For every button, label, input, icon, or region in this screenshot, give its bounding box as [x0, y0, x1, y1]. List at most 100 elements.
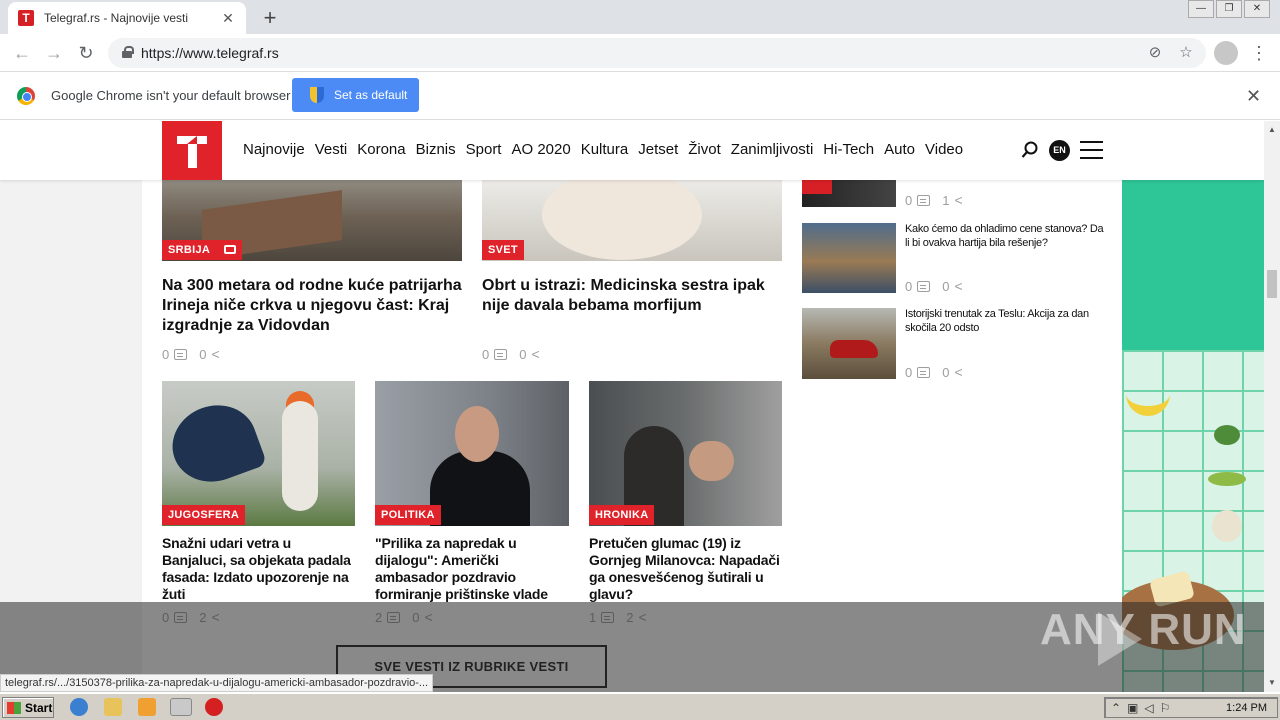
article-image[interactable] [482, 180, 782, 261]
chrome-menu-icon[interactable]: ⋮ [1250, 41, 1268, 65]
article-meta: 0 0 < [162, 346, 220, 362]
article-title[interactable]: Pretučen glumac (19) iz Gornjeg Milanovc… [589, 535, 782, 603]
hamburger-menu-icon[interactable] [1080, 141, 1103, 159]
comment-icon[interactable] [917, 280, 931, 292]
telegraf-logo[interactable] [162, 121, 222, 180]
article-title[interactable]: Snažni udari vetra u Banjaluci, sa objek… [162, 535, 352, 603]
media-player-icon[interactable] [138, 698, 156, 716]
back-arrow-icon[interactable]: ← [10, 41, 34, 65]
nav-zivot[interactable]: Život [688, 141, 721, 158]
close-window-button[interactable]: ✕ [1244, 0, 1270, 18]
infobar-message: Google Chrome isn't your default browser [51, 88, 291, 103]
windows-taskbar: Start ⌃▣◁⚐ 1:24 PM [0, 693, 1280, 720]
category-badge[interactable]: SVET [482, 240, 524, 260]
reload-icon[interactable]: ↻ [74, 41, 98, 65]
share-count: 0 [519, 346, 527, 362]
category-badge[interactable]: JUGOSFERA [162, 505, 246, 525]
share-count: 1 [942, 192, 950, 208]
scroll-thumb[interactable] [1267, 270, 1277, 298]
restore-button[interactable]: ❐ [1216, 0, 1242, 18]
close-tab-icon[interactable]: ✕ [220, 10, 236, 27]
nav-vesti[interactable]: Vesti [315, 141, 348, 158]
comment-icon[interactable] [917, 366, 931, 378]
shield-icon [310, 87, 324, 103]
tab-strip: T Telegraf.rs - Najnovije vesti ✕ + — ❐ … [0, 0, 1280, 34]
bookmark-star-icon[interactable]: ☆ [1175, 42, 1197, 64]
close-infobar-icon[interactable]: ✕ [1246, 86, 1261, 107]
language-switch[interactable]: EN [1049, 140, 1070, 161]
nav-video[interactable]: Video [925, 141, 963, 158]
search-icon[interactable] [1021, 141, 1039, 159]
article-title[interactable]: "Prilika za napredak u dijalogu": Američ… [375, 535, 567, 603]
internet-explorer-icon[interactable] [70, 698, 88, 716]
browser-toolbar: ← → ↻ https://www.telegraf.rs ⊘ ☆ ⋮ [0, 34, 1280, 72]
comment-count: 0 [162, 346, 170, 362]
category-badge[interactable]: POLITIKA [375, 505, 441, 525]
blocked-popup-icon[interactable]: ⊘ [1144, 42, 1166, 64]
nav-najnovije[interactable]: Najnovije [243, 141, 305, 158]
vegetable-icon [1214, 425, 1240, 445]
sidebar-title[interactable]: Istorijski trenutak za Teslu: Akcija za … [905, 307, 1105, 335]
start-label: Start [25, 700, 53, 715]
sidebar-thumbnail[interactable] [802, 223, 896, 293]
new-tab-button[interactable]: + [258, 5, 282, 31]
default-browser-infobar: Google Chrome isn't your default browser… [0, 72, 1280, 120]
tray-icons[interactable]: ⌃▣◁⚐ [1111, 701, 1176, 715]
browser-tab[interactable]: T Telegraf.rs - Najnovije vesti ✕ [8, 2, 246, 34]
sidebar-thumbnail[interactable] [802, 308, 896, 379]
camera-icon [224, 245, 237, 254]
share-icon[interactable]: < [954, 192, 962, 208]
nav-biznis[interactable]: Biznis [416, 141, 456, 158]
comment-icon[interactable] [494, 348, 508, 360]
forward-arrow-icon[interactable]: → [42, 41, 66, 65]
set-as-default-label: Set as default [334, 88, 408, 102]
category-label: SRBIJA [168, 244, 211, 256]
nav-zanimljivosti[interactable]: Zanimljivosti [731, 141, 814, 158]
comment-icon[interactable] [174, 348, 188, 360]
security-alert-icon[interactable] [205, 698, 223, 716]
article-title[interactable]: Na 300 metara od rodne kuće patrijarha I… [162, 276, 467, 336]
sidebar-meta: 0 1 < [905, 192, 963, 208]
chrome-taskbar-icon[interactable] [170, 698, 192, 716]
telegraf-favicon-icon: T [18, 10, 34, 26]
nav-sport[interactable]: Sport [466, 141, 502, 158]
page-scrollbar[interactable]: ▲ ▼ [1264, 121, 1280, 692]
share-icon[interactable]: < [211, 346, 219, 362]
share-icon[interactable]: < [954, 364, 962, 380]
system-tray: ⌃▣◁⚐ 1:24 PM [1104, 697, 1278, 718]
comment-count: 0 [905, 192, 913, 208]
category-label: JUGOSFERA [168, 509, 240, 521]
lock-icon[interactable] [122, 46, 134, 58]
windows-flag-icon [7, 701, 21, 714]
scroll-down-arrow-icon[interactable]: ▼ [1268, 678, 1276, 687]
telegraf-t-icon [177, 135, 207, 168]
chrome-logo-icon [17, 87, 35, 105]
nav-hitech[interactable]: Hi-Tech [823, 141, 874, 158]
sidebar-meta: 0 0 < [905, 364, 963, 380]
minimize-button[interactable]: — [1188, 0, 1214, 18]
vegetable-icon [1208, 472, 1246, 486]
profile-avatar-icon[interactable] [1214, 41, 1238, 65]
nav-ao2020[interactable]: AO 2020 [511, 141, 570, 158]
article-title[interactable]: Obrt u istrazi: Medicinska sestra ipak n… [482, 276, 782, 316]
set-as-default-button[interactable]: Set as default [292, 78, 419, 112]
cheese-icon [1212, 510, 1242, 542]
nav-kultura[interactable]: Kultura [581, 141, 629, 158]
nav-auto[interactable]: Auto [884, 141, 915, 158]
share-icon[interactable]: < [531, 346, 539, 362]
category-badge[interactable]: SRBIJA [162, 240, 243, 260]
nav-jetset[interactable]: Jetset [638, 141, 678, 158]
address-bar[interactable]: https://www.telegraf.rs ⊘ ☆ [108, 38, 1206, 68]
clock: 1:24 PM [1226, 701, 1267, 714]
folder-icon[interactable] [104, 698, 122, 716]
share-icon[interactable]: < [954, 278, 962, 294]
tab-title: Telegraf.rs - Najnovije vesti [44, 11, 189, 25]
sidebar-thumbnail[interactable] [802, 180, 896, 207]
category-badge[interactable]: HRONIKA [589, 505, 655, 525]
comment-icon[interactable] [917, 194, 931, 206]
nav-korona[interactable]: Korona [357, 141, 405, 158]
scroll-up-arrow-icon[interactable]: ▲ [1268, 125, 1276, 134]
sidebar-title[interactable]: Kako ćemo da ohladimo cene stanova? Da l… [905, 222, 1105, 250]
start-button[interactable]: Start [2, 697, 54, 718]
url-text[interactable]: https://www.telegraf.rs [141, 45, 279, 61]
